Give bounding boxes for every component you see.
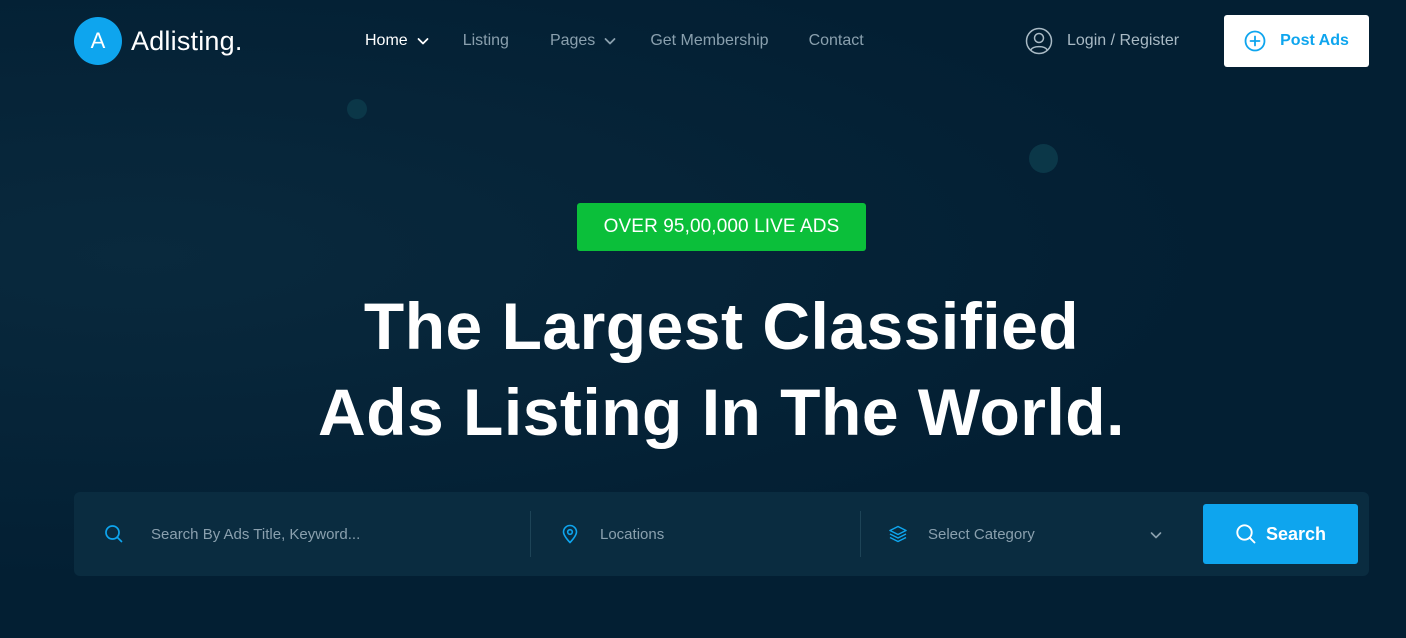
field-divider: [860, 511, 861, 557]
nav-item-label: Pages: [549, 32, 596, 49]
nav-item-listing[interactable]: Listing: [463, 30, 509, 52]
chevron-down-icon[interactable]: [1148, 527, 1164, 543]
logo-text: Adlisting.: [131, 25, 243, 56]
search-icon: [105, 525, 123, 543]
nav-item-label: Get Membership: [650, 32, 769, 49]
layers-icon: [889, 525, 907, 543]
nav-item-membership[interactable]: Get Membership: [650, 30, 768, 52]
search-bar: Select Category Search: [74, 492, 1369, 576]
plus-circle-icon: [1244, 30, 1266, 52]
search-button[interactable]: Search: [1203, 504, 1358, 564]
nav-item-home[interactable]: Home: [365, 30, 430, 52]
nav-item-pages[interactable]: Pages: [550, 30, 617, 52]
location-input[interactable]: [600, 525, 840, 543]
post-ads-button[interactable]: Post Ads: [1224, 15, 1369, 67]
category-select-value: Select Category: [928, 525, 1035, 543]
decorative-dot: [347, 99, 367, 119]
site-header: A Adlisting. Home Listing Pages Get Memb…: [0, 0, 1406, 82]
login-register-label: Login / Register: [1067, 32, 1180, 49]
field-divider: [530, 511, 531, 557]
location-pin-icon: [562, 524, 578, 544]
chevron-down-icon: [604, 38, 616, 45]
decorative-dot: [1029, 144, 1058, 173]
keyword-search-input[interactable]: [151, 525, 481, 543]
logo-mark: A: [74, 17, 122, 65]
logo[interactable]: A Adlisting.: [74, 17, 243, 65]
search-icon: [1236, 524, 1256, 544]
hero-title-line: The Largest Classified: [363, 289, 1080, 363]
hero-title-line: Ads Listing In The World.: [318, 375, 1125, 449]
hero-title: The Largest Classified Ads Listing In Th…: [200, 283, 1243, 455]
live-ads-badge: OVER 95,00,000 LIVE ADS: [577, 203, 866, 251]
location-field: [560, 492, 850, 576]
keyword-field: [104, 492, 524, 576]
nav-item-label: Contact: [808, 32, 864, 49]
nav-item-label: Listing: [462, 32, 509, 49]
login-register-link[interactable]: Login / Register: [1025, 27, 1179, 55]
user-icon: [1025, 27, 1053, 55]
post-ads-label: Post Ads: [1280, 32, 1349, 49]
nav-item-label: Home: [365, 32, 408, 49]
nav-item-contact[interactable]: Contact: [809, 30, 864, 52]
search-button-label: Search: [1265, 523, 1327, 544]
main-nav: Home Listing Pages Get Membership Contac…: [365, 30, 864, 52]
category-select[interactable]: Select Category: [888, 492, 1168, 576]
chevron-down-icon: [417, 38, 429, 45]
